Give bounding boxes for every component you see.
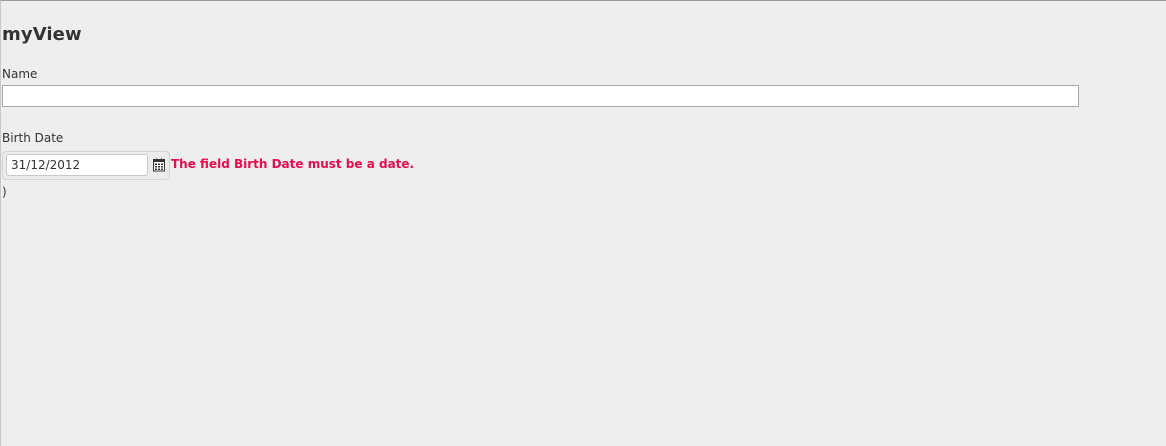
name-label: Name bbox=[2, 67, 38, 81]
name-input[interactable] bbox=[2, 85, 1079, 107]
birth-date-input[interactable] bbox=[6, 154, 148, 176]
birth-date-error-message: The field Birth Date must be a date. bbox=[171, 157, 415, 171]
page: myView Name Birth Date 31/12/2012 The fi… bbox=[0, 0, 1166, 446]
birth-date-label: Birth Date bbox=[2, 131, 64, 145]
stray-text: ) bbox=[2, 185, 7, 199]
page-title: myView bbox=[2, 24, 82, 45]
calendar-icon[interactable] bbox=[152, 157, 166, 172]
birth-date-picker bbox=[2, 151, 170, 180]
